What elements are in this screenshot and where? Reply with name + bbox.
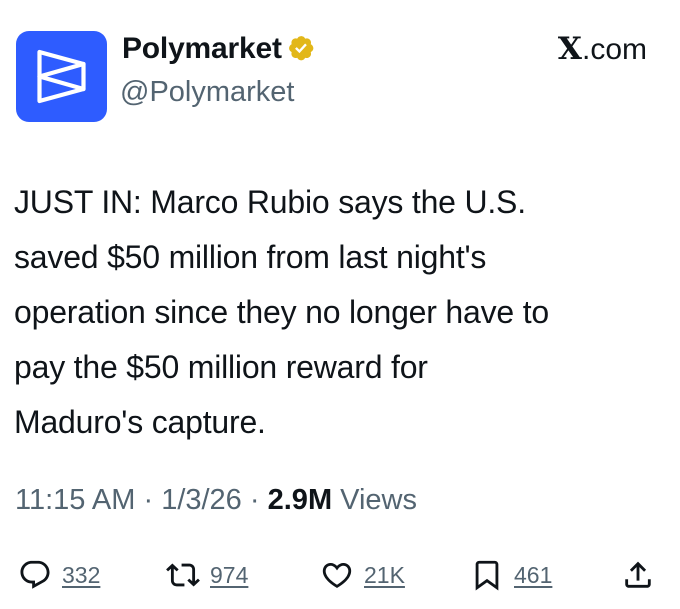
views-count: 2.9M <box>267 484 333 516</box>
avatar[interactable] <box>16 31 107 122</box>
display-name[interactable]: Polymarket <box>122 32 282 66</box>
repost-icon <box>166 563 200 587</box>
reply-icon <box>20 560 50 589</box>
share-button[interactable] <box>621 555 655 595</box>
repost-button[interactable]: 974 <box>166 555 248 595</box>
verified-badge-icon[interactable] <box>287 34 318 65</box>
tweet-text: JUST IN: Marco Rubio says the U.S. saved… <box>14 184 549 440</box>
meta-separator: · <box>143 484 154 516</box>
reply-button[interactable]: 332 <box>18 555 100 595</box>
repost-count: 974 <box>210 561 249 588</box>
tweet-date[interactable]: 1/3/26 <box>161 484 242 516</box>
x-logo-icon: X <box>557 31 582 67</box>
share-icon <box>625 561 651 588</box>
bookmark-button[interactable]: 461 <box>470 555 552 595</box>
views-label: Views <box>340 484 418 516</box>
user-handle[interactable]: @Polymarket <box>120 76 294 109</box>
action-bar: 332 974 21K 461 <box>0 555 680 595</box>
heart-icon <box>322 562 352 588</box>
tweet-meta: 11:15 AM · 1/3/26 · 2.9M Views <box>15 484 417 517</box>
tweet-time[interactable]: 11:15 AM <box>15 484 135 516</box>
display-name-row: Polymarket <box>122 30 318 68</box>
bookmark-count: 461 <box>514 561 553 588</box>
reply-count: 332 <box>62 561 101 588</box>
source-label: X.com <box>558 31 647 67</box>
bookmark-icon <box>475 560 499 591</box>
like-count: 21K <box>364 561 405 588</box>
polymarket-logo-icon <box>37 49 86 104</box>
source-suffix: .com <box>581 33 647 66</box>
meta-separator: · <box>249 484 260 516</box>
like-button[interactable]: 21K <box>320 555 405 595</box>
